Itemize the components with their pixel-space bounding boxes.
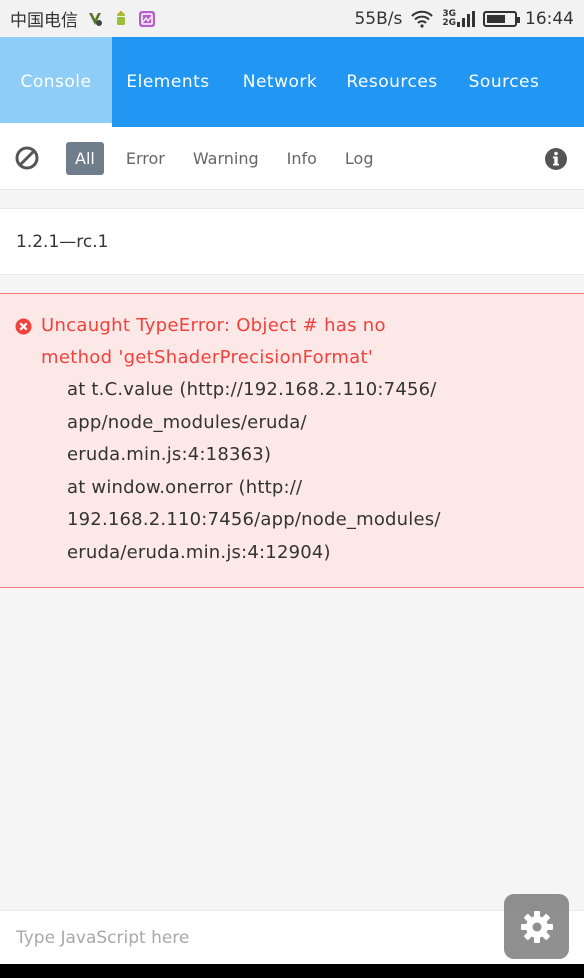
stack-line: eruda.min.js:4:18363) <box>67 444 272 465</box>
devtools-tab-bar: Console Elements Network Resources Sourc… <box>0 37 584 127</box>
status-bar: 中国电信 55B/s 3G 2G 16:44 <box>0 0 584 37</box>
carrier-name: 中国电信 <box>10 11 78 31</box>
android-icon <box>117 10 125 25</box>
signal-bars-icon <box>457 10 475 27</box>
error-stack-trace: at t.C.value (http://192.168.2.110:7456/… <box>16 374 568 569</box>
javascript-input-placeholder: Type JavaScript here <box>16 927 190 948</box>
filter-info[interactable]: Info <box>287 143 317 174</box>
gear-icon <box>520 910 553 943</box>
info-icon[interactable] <box>544 147 568 171</box>
stack-line: app/node_modules/eruda/ <box>67 411 307 433</box>
wifi-icon <box>411 10 434 28</box>
battery-icon <box>483 10 520 27</box>
tab-sources[interactable]: Sources <box>448 37 560 127</box>
error-message-line: Uncaught TypeError: Object # has no <box>41 315 386 336</box>
error-message-line: method 'getShaderPrecisionFormat' <box>41 347 374 368</box>
filter-log[interactable]: Log <box>345 143 374 174</box>
filter-warning[interactable]: Warning <box>193 143 259 174</box>
status-bar-left: 中国电信 <box>10 6 156 31</box>
net-type-bottom: 2G <box>442 17 456 28</box>
status-bar-right: 55B/s 3G 2G 16:44 <box>354 9 574 29</box>
tab-network[interactable]: Network <box>224 37 336 127</box>
filter-all[interactable]: All <box>66 141 104 175</box>
cellular-signal: 3G 2G <box>442 9 475 28</box>
tab-console[interactable]: Console <box>0 37 112 127</box>
stack-line: at window.onerror (http:// <box>67 476 303 498</box>
stack-line: eruda/eruda.min.js:4:12904) <box>67 541 331 563</box>
error-icon <box>15 318 32 335</box>
clear-console-icon[interactable] <box>14 145 40 171</box>
settings-button[interactable] <box>504 894 569 959</box>
tab-elements[interactable]: Elements <box>112 37 224 127</box>
error-message: Uncaught TypeError: Object # has no meth… <box>16 310 568 374</box>
log-entry-text: 1.2.1—rc.1 <box>16 231 109 252</box>
tab-resources[interactable]: Resources <box>336 37 448 127</box>
log-entry-info[interactable]: 1.2.1—rc.1 <box>0 208 584 275</box>
stack-line: 192.168.2.110:7456/app/node_modules/ <box>67 509 441 530</box>
gallery-icon <box>139 10 155 27</box>
javascript-input[interactable]: Type JavaScript here <box>0 910 584 964</box>
console-log-list: 1.2.1—rc.1 Uncaught TypeError: Object # … <box>0 208 584 588</box>
vpn-icon <box>89 12 102 26</box>
stack-line: at t.C.value (http://192.168.2.110:7456/ <box>67 379 437 400</box>
log-entry-error[interactable]: Uncaught TypeError: Object # has no meth… <box>0 293 584 588</box>
network-speed: 55B/s <box>354 8 403 29</box>
filter-error[interactable]: Error <box>126 143 165 174</box>
clock: 16:44 <box>525 8 574 29</box>
console-toolbar: All Error Warning Info Log <box>0 127 584 190</box>
system-nav-bar <box>0 964 584 978</box>
